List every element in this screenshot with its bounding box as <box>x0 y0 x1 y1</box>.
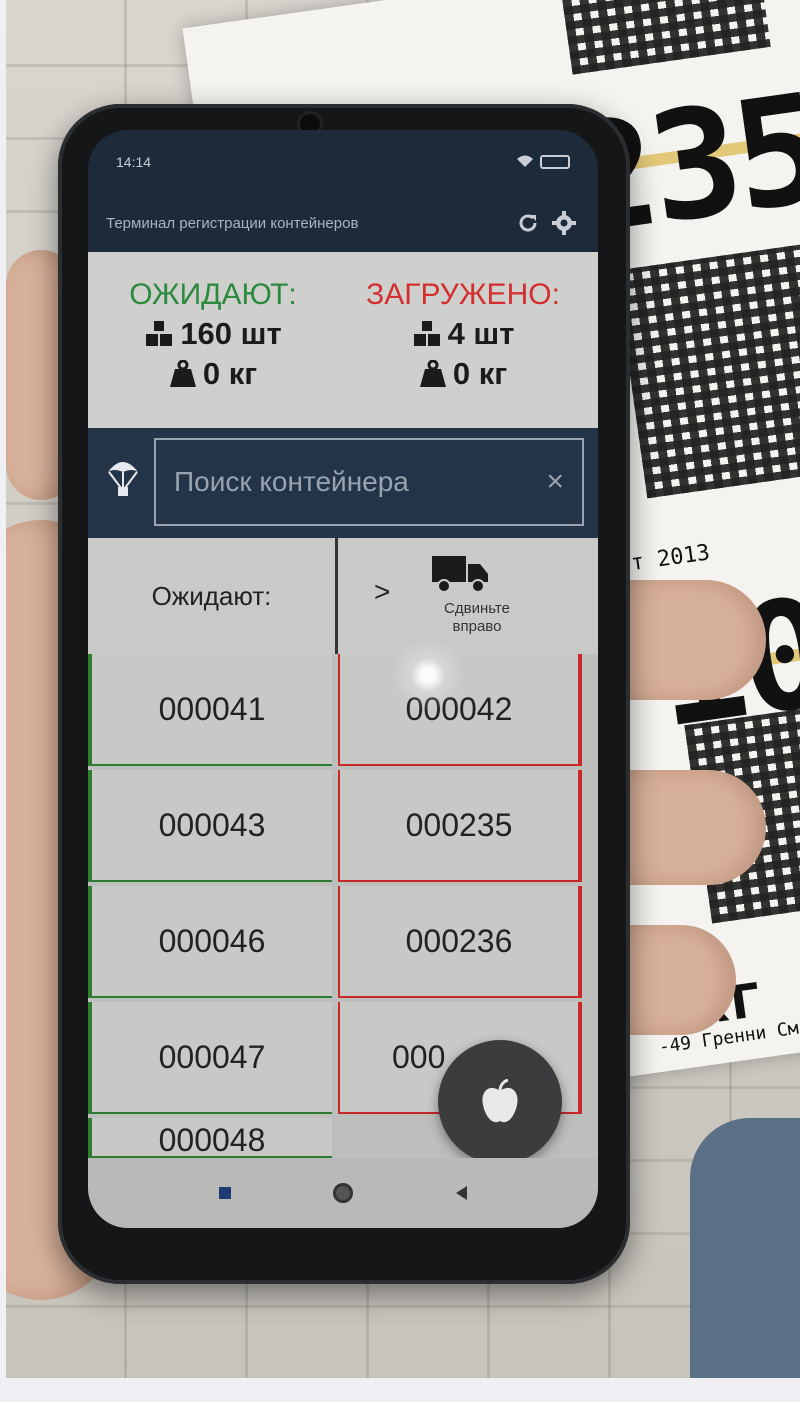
android-nav-bar <box>88 1158 598 1228</box>
refresh-button[interactable] <box>510 205 546 241</box>
container-tile-waiting[interactable]: 000047 <box>88 1002 332 1114</box>
container-tile-waiting[interactable]: 000048 <box>88 1118 332 1158</box>
jeans <box>690 1118 800 1378</box>
waiting-label: ОЖИДАЮТ: <box>129 278 297 311</box>
weight-icon <box>169 360 196 387</box>
list-tabs: Ожидают: > Сдвиньте вправо <box>88 538 598 654</box>
container-tile-waiting[interactable]: 000046 <box>88 886 332 998</box>
swipe-arrow: > <box>374 576 391 607</box>
tab-waiting[interactable]: Ожидают: <box>88 538 338 654</box>
swipe-hint: Сдвиньте вправо <box>444 600 510 635</box>
gear-icon <box>552 211 576 235</box>
refresh-icon <box>519 214 537 232</box>
tab-loaded[interactable]: > Сдвиньте вправо <box>338 538 598 654</box>
search-field: × <box>154 438 584 526</box>
weight-icon <box>419 360 446 387</box>
loaded-weight-row: 0 кг <box>338 356 588 392</box>
back-button[interactable] <box>455 1186 467 1200</box>
waiting-summary: ОЖИДАЮТ: 160 шт 0 кг <box>88 278 338 392</box>
search-bar: × <box>88 428 598 538</box>
loaded-label: ЗАГРУЖЕНО: <box>366 278 560 311</box>
container-tile-waiting[interactable]: 000043 <box>88 770 332 882</box>
apple-fab-button[interactable] <box>438 1040 562 1164</box>
settings-button[interactable] <box>546 205 582 241</box>
container-tile-loaded[interactable]: 000235 <box>338 770 582 882</box>
bottom-band <box>0 1378 800 1402</box>
qr-code <box>615 244 800 499</box>
wifi-icon <box>516 154 534 171</box>
loaded-summary: ЗАГРУЖЕНО: 4 шт 0 кг <box>338 278 588 392</box>
clear-search-button[interactable]: × <box>546 465 564 499</box>
truck-icon <box>432 556 488 593</box>
parachute-icon <box>108 462 138 496</box>
loaded-count-row: 4 шт <box>338 316 588 352</box>
apple-icon <box>482 1079 518 1123</box>
loaded-count: 4 шт <box>447 316 515 351</box>
loaded-weight: 0 кг <box>452 356 508 391</box>
recents-button[interactable] <box>219 1187 232 1199</box>
light-glare <box>388 635 468 715</box>
container-tile-loaded[interactable]: 000236 <box>338 886 582 998</box>
waiting-count-row: 160 шт <box>88 316 338 352</box>
app-title: Терминал регистрации контейнеров <box>106 214 359 232</box>
container-tile-waiting[interactable]: 000041 <box>88 654 332 766</box>
search-input[interactable] <box>174 466 547 498</box>
waiting-count: 160 шт <box>180 316 282 351</box>
boxes-icon <box>146 321 173 346</box>
battery-icon <box>540 155 570 169</box>
qr-code <box>560 0 771 75</box>
status-bar: 14:14 <box>88 130 598 194</box>
parachute-button[interactable] <box>106 458 140 503</box>
waiting-weight-row: 0 кг <box>88 356 338 392</box>
status-time: 14:14 <box>116 154 152 170</box>
waiting-weight: 0 кг <box>202 356 258 391</box>
boxes-icon <box>413 321 440 346</box>
phone-screen: 14:14 Терминал регистрации контейнеров О… <box>88 130 598 1228</box>
app-bar: Терминал регистрации контейнеров <box>88 194 598 252</box>
summary-panel: ОЖИДАЮТ: 160 шт 0 кг ЗАГРУЖЕНО: 4 шт 0 к… <box>88 252 598 428</box>
home-button[interactable] <box>333 1183 354 1203</box>
